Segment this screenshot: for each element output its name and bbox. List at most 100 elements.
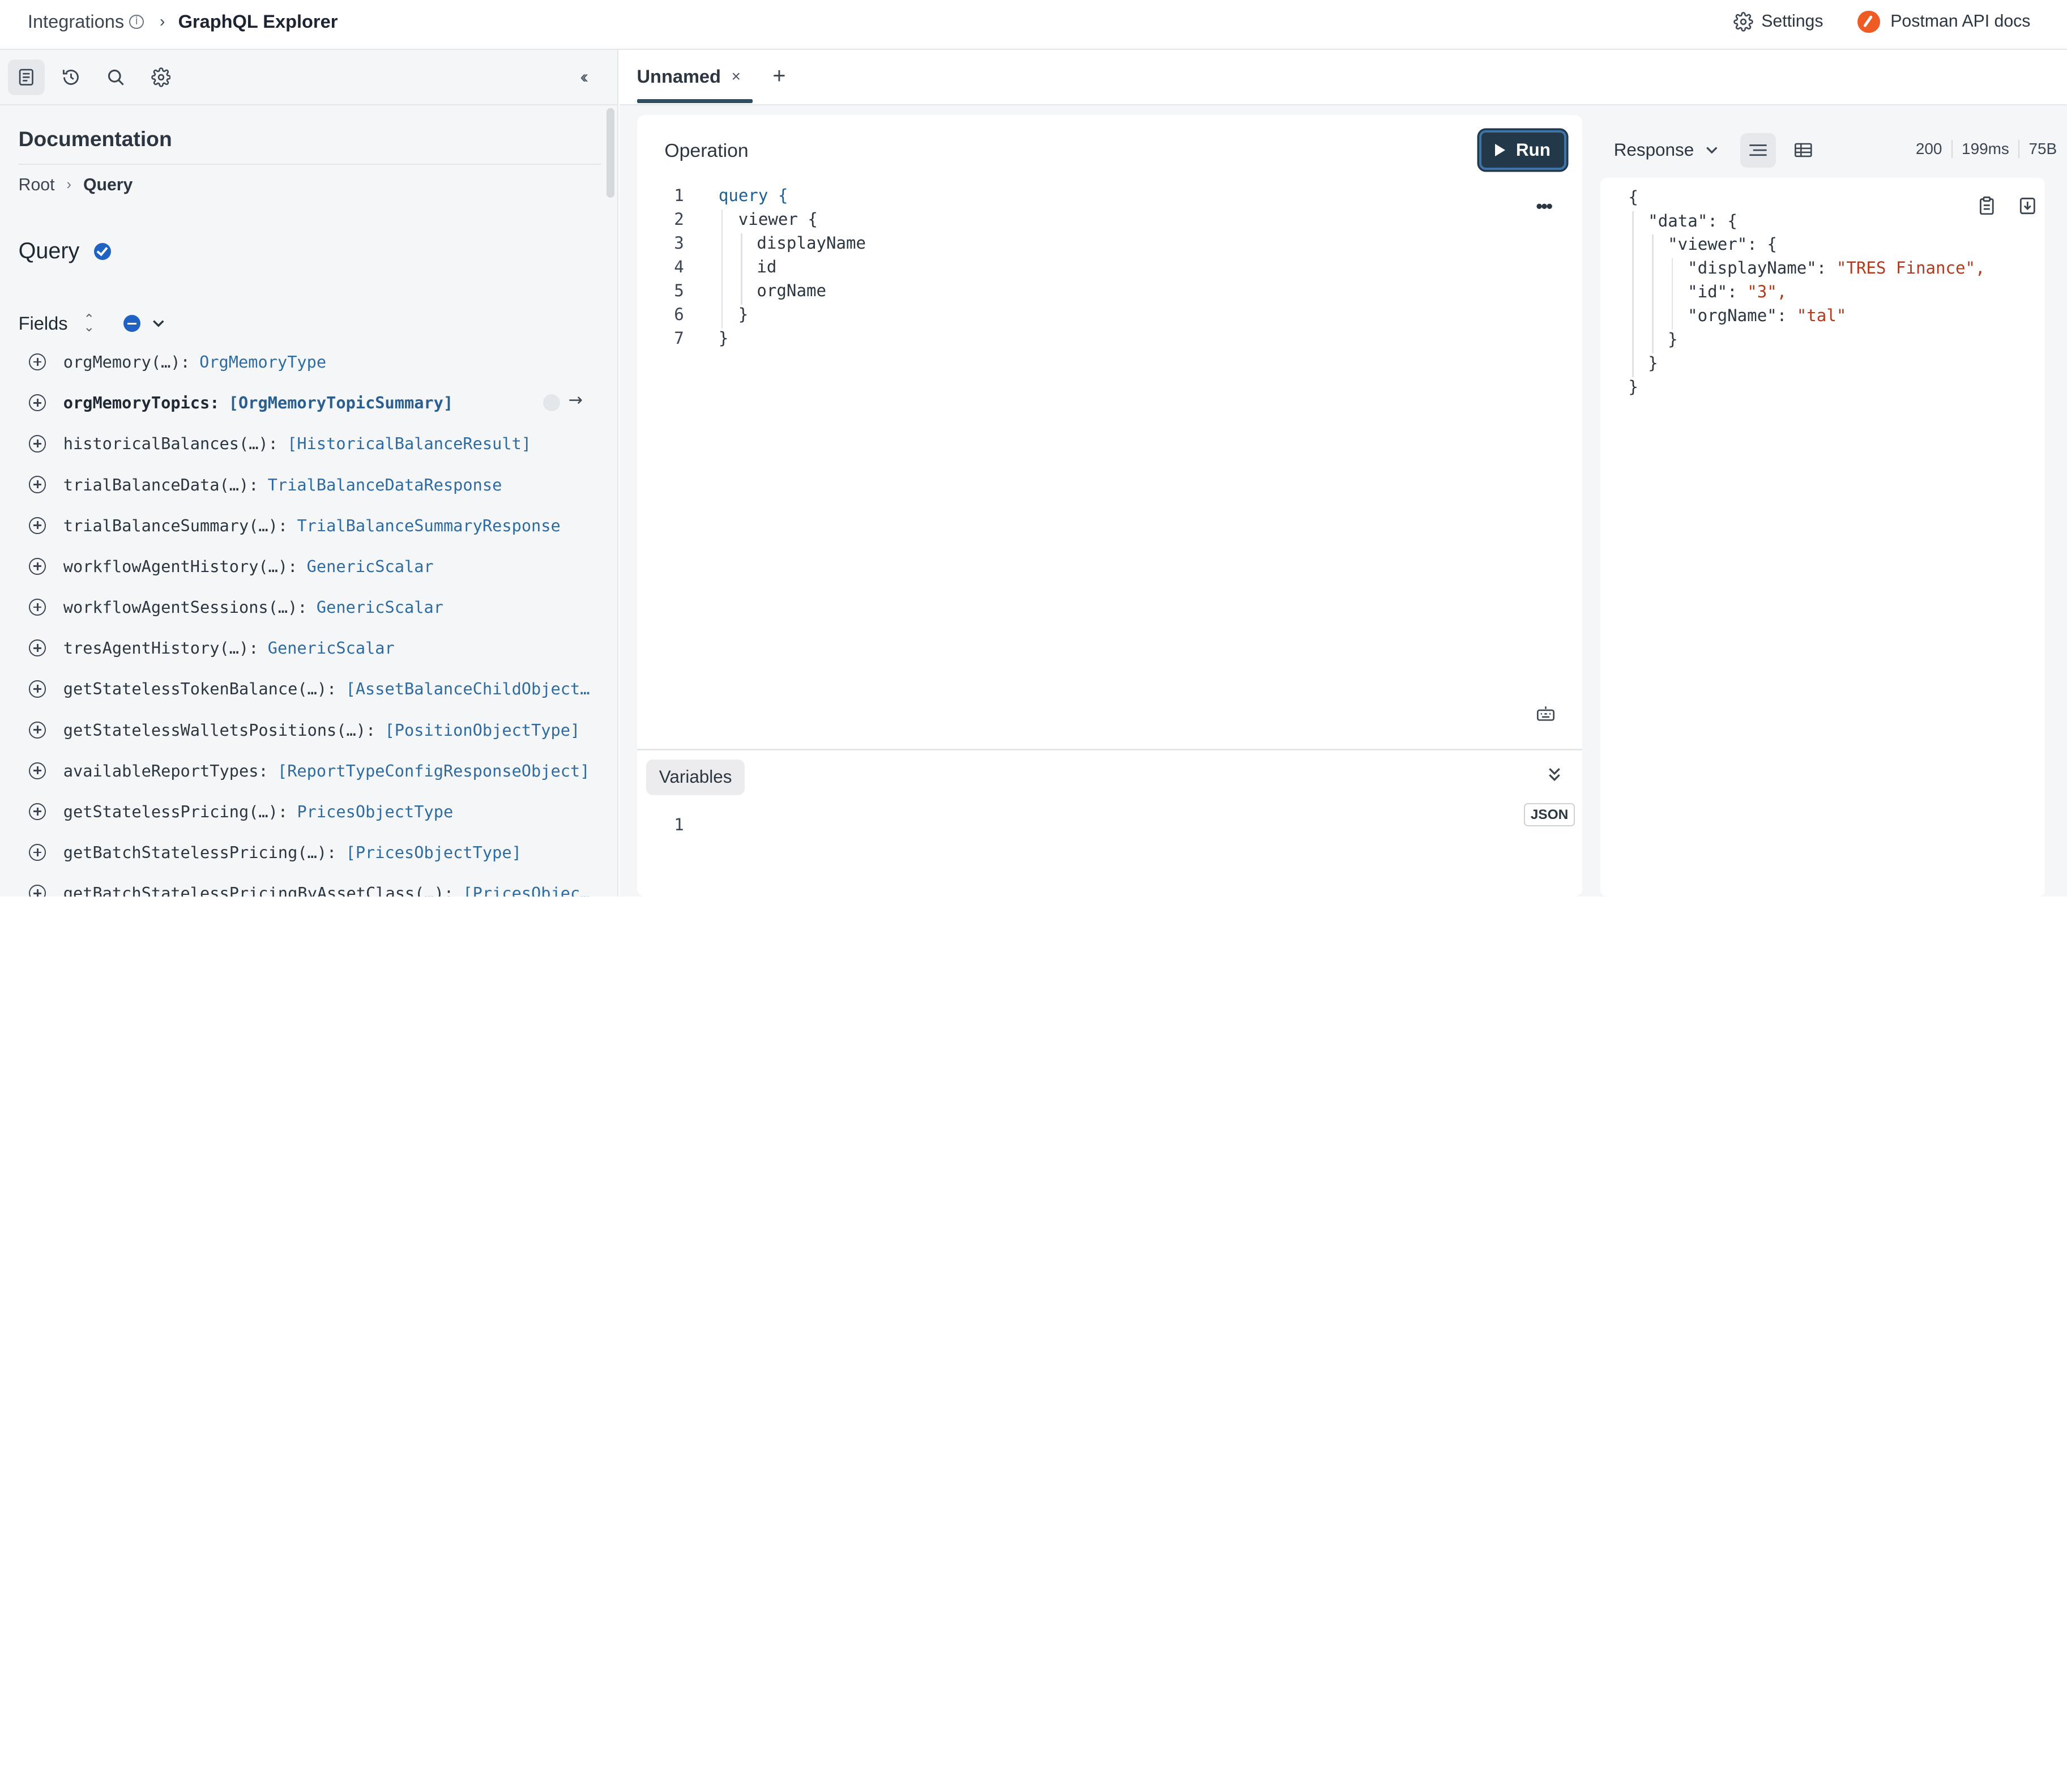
info-icon[interactable]: i — [129, 14, 144, 29]
field-item[interactable]: workflowAgentSessions(…): GenericScalar — [0, 587, 617, 628]
field-type-link[interactable]: GenericScalar — [268, 638, 395, 658]
field-type-link[interactable]: [AssetBalanceChildObject… — [346, 679, 590, 698]
field-item[interactable]: trialBalanceData(…): TrialBalanceDataResp… — [0, 464, 617, 505]
field-name[interactable]: trialBalanceSummary(…): — [63, 516, 288, 535]
copy-clipboard-icon[interactable] — [1978, 195, 1996, 215]
field-name[interactable]: orgMemoryTopics: — [63, 393, 220, 412]
line-number: 6 — [674, 304, 684, 324]
expand-plus-icon[interactable] — [29, 557, 46, 575]
add-tab-button[interactable]: + — [772, 63, 785, 89]
field-type-link[interactable]: [OrgMemoryTopicSummary] — [229, 393, 453, 412]
field-item[interactable]: trialBalanceSummary(…): TrialBalanceSumma… — [0, 505, 617, 546]
fields-header: Fields ⌃ ⌄ — [19, 312, 166, 334]
expand-plus-icon[interactable] — [29, 394, 46, 412]
field-name[interactable]: availableReportTypes: — [63, 761, 268, 780]
field-item[interactable]: getBatchStatelessPricing(…): [PricesObjec… — [0, 832, 617, 873]
field-type-link[interactable]: GenericScalar — [317, 598, 443, 617]
run-button[interactable]: Run — [1479, 130, 1566, 170]
field-type-link[interactable]: GenericScalar — [307, 557, 434, 576]
search-tool-button[interactable] — [97, 59, 134, 95]
field-item[interactable]: workflowAgentHistory(…): GenericScalar — [0, 546, 617, 587]
documentation-title: Documentation — [18, 126, 172, 151]
settings-button[interactable]: Settings — [1733, 12, 1823, 32]
sidebar-scrollbar[interactable] — [606, 108, 614, 198]
expand-plus-icon[interactable] — [29, 353, 46, 371]
field-item[interactable]: orgMemoryTopics: [OrgMemoryTopicSummary] → — [0, 382, 617, 423]
chevrons-down-icon[interactable] — [1547, 766, 1562, 783]
field-type-link[interactable]: [ReportTypeConfigResponseObject] — [277, 761, 590, 780]
response-selector[interactable]: Response — [1614, 140, 1719, 160]
expand-plus-icon[interactable] — [29, 885, 46, 897]
field-item[interactable]: orgMemory(…): OrgMemoryType — [0, 342, 617, 382]
keyboard-shortcuts-icon[interactable] — [1536, 704, 1556, 724]
history-tool-button[interactable] — [53, 59, 89, 95]
docs-tool-button[interactable] — [7, 59, 45, 95]
expand-plus-icon[interactable] — [29, 803, 46, 821]
field-item[interactable]: getBatchStatelessPricingByAssetClass(…):… — [0, 873, 617, 897]
code-text: displayName — [757, 233, 866, 253]
table-view-button[interactable] — [1785, 133, 1821, 168]
collapse-sidebar-icon[interactable]: ‹‹ — [580, 66, 588, 87]
field-name[interactable]: getStatelessTokenBalance(…): — [63, 679, 337, 698]
expand-plus-icon[interactable] — [29, 435, 46, 453]
query-editor[interactable]: 1 query { 2 viewer { 3 displayName 4 id 5 org… — [637, 186, 1582, 352]
page-title: GraphQL Explorer — [178, 11, 338, 32]
expand-plus-icon[interactable] — [29, 639, 46, 657]
text-view-button[interactable] — [1740, 133, 1776, 168]
field-item[interactable]: historicalBalances(…): [HistoricalBalance… — [0, 423, 617, 464]
field-item[interactable]: getStatelessWalletsPositions(…): [Positio… — [0, 710, 617, 750]
field-type-link[interactable]: OrgMemoryType — [199, 352, 326, 372]
code-text: query { — [718, 186, 788, 206]
field-name[interactable]: getBatchStatelessPricingByAssetClass(…): — [63, 884, 454, 897]
verified-check-icon — [93, 242, 112, 261]
field-name[interactable]: tresAgentHistory(…): — [63, 638, 259, 658]
breadcrumb-root-link[interactable]: Root — [19, 176, 55, 195]
code-text: orgName — [757, 280, 826, 300]
close-tab-icon[interactable]: × — [732, 67, 741, 86]
field-name[interactable]: workflowAgentSessions(…): — [63, 598, 308, 617]
expand-plus-icon[interactable] — [29, 680, 46, 698]
collapse-all-icon[interactable] — [123, 314, 141, 332]
chevron-down-icon — [1706, 147, 1718, 154]
postman-docs-link[interactable]: Postman API docs — [1857, 10, 2030, 33]
field-name[interactable]: getStatelessPricing(…): — [63, 802, 288, 821]
field-type-link[interactable]: [PricesObjec… — [463, 884, 590, 897]
field-item[interactable]: availableReportTypes: [ReportTypeConfigRe… — [0, 750, 617, 791]
field-type-link[interactable]: TrialBalanceDataResponse — [268, 475, 502, 494]
field-item[interactable]: getStatelessPricing(…): PricesObjectType — [0, 791, 617, 832]
field-type-link[interactable]: [PositionObjectType] — [385, 720, 580, 740]
response-json[interactable]: { "data": { "viewer": { "displayName": "… — [1600, 187, 1985, 401]
expand-plus-icon[interactable] — [29, 844, 46, 861]
field-name[interactable]: getStatelessWalletsPositions(…): — [63, 720, 375, 740]
chevron-down-icon[interactable] — [151, 316, 166, 331]
json-format-badge[interactable]: JSON — [1524, 803, 1575, 827]
field-name[interactable]: trialBalanceData(…): — [63, 475, 259, 494]
expand-plus-icon[interactable] — [29, 598, 46, 616]
field-type-link[interactable]: PricesObjectType — [297, 802, 453, 821]
field-item[interactable]: getStatelessTokenBalance(…): [AssetBalanc… — [0, 668, 617, 709]
expand-plus-icon[interactable] — [29, 517, 46, 534]
field-name[interactable]: historicalBalances(…): — [63, 434, 278, 453]
tab-unnamed[interactable]: Unnamed × — [637, 66, 741, 87]
variables-tab[interactable]: Variables — [646, 760, 745, 795]
field-name[interactable]: orgMemory(…): — [63, 352, 190, 372]
json-text: } — [1648, 353, 1658, 373]
expand-plus-icon[interactable] — [29, 721, 46, 739]
code-line: 2 viewer { — [637, 210, 1582, 233]
operation-panel: Operation Run ••• 1 query { 2 viewer { 3 di… — [637, 114, 1582, 897]
field-type-link[interactable]: TrialBalanceSummaryResponse — [297, 516, 560, 535]
download-icon[interactable] — [2018, 195, 2037, 215]
field-item[interactable]: tresAgentHistory(…): GenericScalar — [0, 628, 617, 668]
field-name[interactable]: workflowAgentHistory(…): — [63, 557, 298, 576]
field-name[interactable]: getBatchStatelessPricing(…): — [63, 843, 337, 862]
sort-toggle-icon[interactable]: ⌃ ⌄ — [83, 312, 95, 333]
breadcrumb-integrations-link[interactable]: Integrations — [28, 11, 124, 32]
expand-plus-icon[interactable] — [29, 476, 46, 493]
field-type-link[interactable]: [PricesObjectType] — [346, 843, 522, 862]
field-type-link[interactable]: [HistoricalBalanceResult] — [287, 434, 531, 453]
settings-tool-button[interactable] — [142, 59, 179, 95]
expand-plus-icon[interactable] — [29, 762, 46, 779]
add-circle-icon[interactable] — [543, 394, 561, 412]
arrow-right-icon[interactable]: → — [568, 390, 582, 410]
json-line: } — [1600, 377, 1985, 401]
